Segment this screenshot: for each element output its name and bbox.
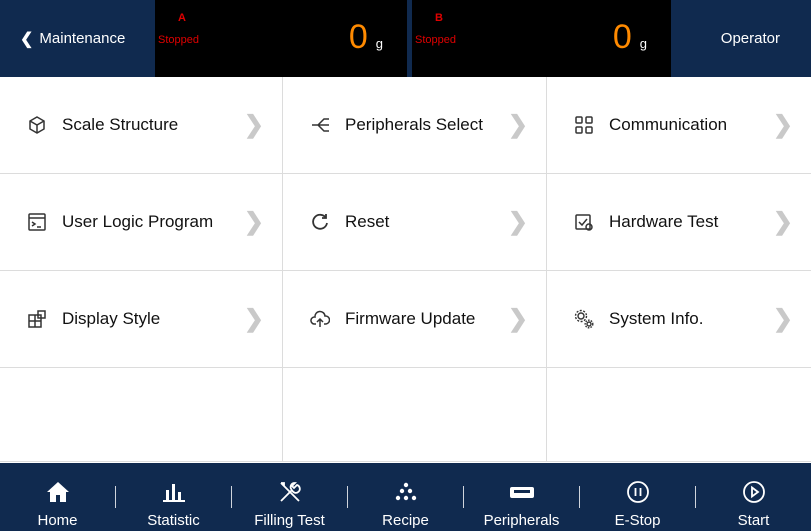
menu-label: User Logic Program: [62, 212, 214, 231]
chevron-left-icon: ❮: [20, 30, 34, 48]
nav-label: Filling Test: [254, 512, 325, 529]
empty-cell: [547, 368, 811, 462]
scale-b-panel: B Stopped 0 g: [412, 0, 671, 77]
back-label: Maintenance: [39, 30, 126, 47]
nav-label: Peripherals: [483, 512, 560, 529]
menu-label: Reset: [345, 212, 390, 231]
network-icon: [573, 114, 595, 136]
scale-a-weight-unit: g: [375, 36, 383, 51]
menu-label: Scale Structure: [62, 115, 179, 134]
menu-reset[interactable]: Reset ❯: [283, 174, 547, 271]
menu-label: Communication: [609, 115, 728, 134]
chevron-right-icon: ❯: [772, 305, 793, 333]
menu-display-style[interactable]: Display Style ❯: [0, 271, 283, 368]
nav-recipe[interactable]: Recipe: [348, 463, 463, 531]
scale-a-weight: 0 g: [349, 18, 383, 57]
bottom-nav: Home Statistic Filling Test Recipe Perip…: [0, 463, 811, 531]
hardware-check-icon: [573, 211, 595, 233]
menu-label: Hardware Test: [609, 212, 719, 231]
menu-label: System Info.: [609, 309, 704, 328]
menu-label: Peripherals Select: [345, 115, 483, 134]
play-circle-icon: [742, 478, 766, 506]
nav-peripherals[interactable]: Peripherals: [464, 463, 579, 531]
nav-label: E-Stop: [614, 512, 661, 529]
nav-estop[interactable]: E-Stop: [580, 463, 695, 531]
back-button[interactable]: ❮ Maintenance: [0, 0, 155, 77]
cube-icon: [26, 114, 48, 136]
top-bar: ❮ Maintenance A Stopped 0 g B Stopped 0 …: [0, 0, 811, 77]
scale-a-weight-value: 0: [348, 18, 368, 56]
bar-chart-icon: [162, 478, 185, 506]
home-icon: [46, 478, 70, 506]
pause-circle-icon: [626, 478, 650, 506]
nav-label: Statistic: [147, 512, 200, 529]
menu-scale-structure[interactable]: Scale Structure ❯: [0, 77, 283, 174]
cloud-upload-icon: [309, 308, 331, 330]
menu-communication[interactable]: Communication ❯: [547, 77, 811, 174]
scale-b-weight-value: 0: [612, 18, 632, 56]
menu-peripherals-select[interactable]: Peripherals Select ❯: [283, 77, 547, 174]
empty-cell: [0, 368, 283, 462]
menu-system-info[interactable]: System Info. ❯: [547, 271, 811, 368]
terminal-icon: [26, 211, 48, 233]
scale-b-status: Stopped: [415, 34, 456, 46]
layout-icon: [26, 308, 48, 330]
scale-a-status: Stopped: [158, 34, 199, 46]
scale-b-weight: 0 g: [613, 18, 647, 57]
nav-statistic[interactable]: Statistic: [116, 463, 231, 531]
branch-icon: [309, 114, 331, 136]
scale-b-weight-unit: g: [639, 36, 647, 51]
menu-firmware-update[interactable]: Firmware Update ❯: [283, 271, 547, 368]
chevron-right-icon: ❯: [243, 208, 264, 236]
chevron-right-icon: ❯: [507, 208, 528, 236]
chevron-right-icon: ❯: [772, 208, 793, 236]
nav-label: Recipe: [382, 512, 429, 529]
chevron-right-icon: ❯: [772, 111, 793, 139]
dots-pyramid-icon: [394, 478, 418, 506]
empty-cell: [283, 368, 547, 462]
chevron-right-icon: ❯: [243, 111, 264, 139]
nav-filling-test[interactable]: Filling Test: [232, 463, 347, 531]
chevron-right-icon: ❯: [243, 305, 264, 333]
nav-start[interactable]: Start: [696, 463, 811, 531]
nav-label: Home: [37, 512, 78, 529]
maintenance-menu-grid: Scale Structure ❯ Peripherals Select ❯ C…: [0, 77, 811, 462]
printer-icon: [509, 478, 535, 506]
nav-label: Start: [737, 512, 770, 529]
menu-label: Display Style: [62, 309, 161, 328]
menu-user-logic-program[interactable]: User Logic Program ❯: [0, 174, 283, 271]
tools-icon: [278, 478, 302, 506]
refresh-icon: [309, 211, 331, 233]
user-role-button[interactable]: Operator: [721, 0, 780, 77]
nav-home[interactable]: Home: [0, 463, 115, 531]
scale-b-channel: B: [435, 12, 443, 24]
scale-a-panel: A Stopped 0 g: [155, 0, 407, 77]
scale-a-channel: A: [178, 12, 186, 24]
menu-hardware-test[interactable]: Hardware Test ❯: [547, 174, 811, 271]
menu-label: Firmware Update: [345, 309, 476, 328]
chevron-right-icon: ❯: [507, 111, 528, 139]
chevron-right-icon: ❯: [507, 305, 528, 333]
gears-icon: [573, 308, 595, 330]
